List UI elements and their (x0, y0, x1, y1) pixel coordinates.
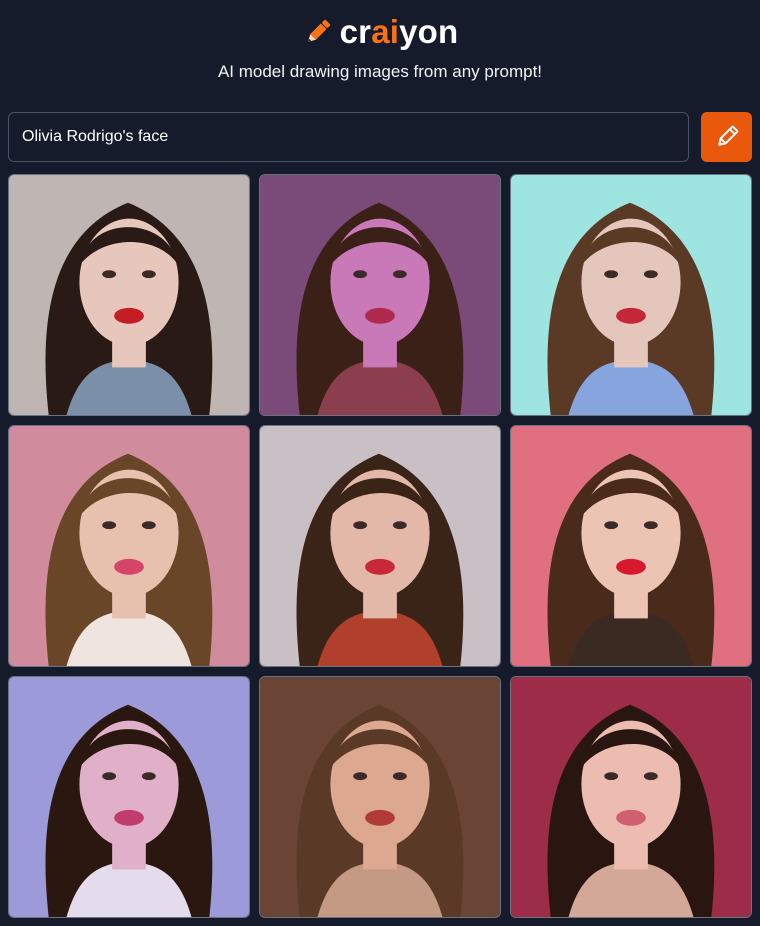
generated-image[interactable] (259, 174, 501, 416)
tagline: AI model drawing images from any prompt! (217, 62, 543, 81)
generated-image[interactable] (259, 425, 501, 667)
generated-image[interactable] (259, 676, 501, 918)
generated-image[interactable] (510, 676, 752, 918)
logo-text: craiyon (339, 13, 459, 50)
prompt-input[interactable] (8, 112, 689, 162)
logo-accent: ai (371, 13, 400, 50)
generated-image[interactable] (510, 425, 752, 667)
craiyon-page: craiyon AI model drawing images from any… (0, 0, 760, 926)
generated-image[interactable] (8, 676, 250, 918)
generated-image[interactable] (510, 174, 752, 416)
image-grid (8, 174, 752, 918)
logo[interactable]: craiyon (0, 10, 760, 54)
generated-image[interactable] (8, 174, 250, 416)
pencil-icon (307, 19, 330, 42)
draw-button[interactable] (701, 112, 752, 162)
pencil-icon (717, 125, 738, 146)
generated-image[interactable] (8, 425, 250, 667)
